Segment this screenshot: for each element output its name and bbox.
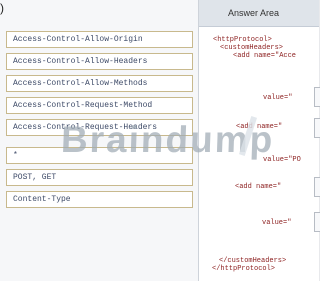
drop-target[interactable] — [314, 177, 320, 197]
code-line: </customHeaders> — [219, 257, 287, 265]
code-line: </httpProtocol> — [212, 265, 276, 273]
code-line: value=" — [262, 219, 292, 227]
code-line: <add name=" — [235, 183, 282, 191]
cropped-text-fragment: ) — [0, 1, 4, 15]
answer-option[interactable]: POST, GET — [6, 169, 193, 186]
code-line: value="PO — [263, 156, 301, 164]
code-line: <customHeaders> — [220, 44, 284, 52]
drop-target[interactable] — [314, 118, 320, 138]
answer-option[interactable]: Access-Control-Allow-Headers — [6, 53, 193, 70]
answer-option[interactable]: Access-Control-Request-Headers — [6, 119, 193, 136]
drop-target[interactable] — [314, 87, 320, 107]
answer-option[interactable]: Access-Control-Request-Method — [6, 97, 193, 114]
answer-area-panel: Answer Area <httpProtocol> <customHeader… — [199, 0, 320, 281]
answer-option[interactable]: Access-Control-Allow-Methods — [6, 75, 193, 92]
code-line: <httpProtocol> — [213, 36, 272, 44]
drop-target[interactable] — [314, 212, 320, 232]
answer-area-title: Answer Area — [199, 0, 319, 27]
code-line: <add name=" — [236, 123, 283, 131]
answer-options-panel: ) Access-Control-Allow-Origin Access-Con… — [0, 0, 199, 281]
code-line: <add name="Acce — [233, 52, 297, 60]
answer-option[interactable]: * — [6, 147, 193, 164]
answer-option[interactable]: Content-Type — [6, 191, 193, 208]
answer-option[interactable]: Access-Control-Allow-Origin — [6, 31, 193, 48]
code-line: value=" — [263, 94, 293, 102]
